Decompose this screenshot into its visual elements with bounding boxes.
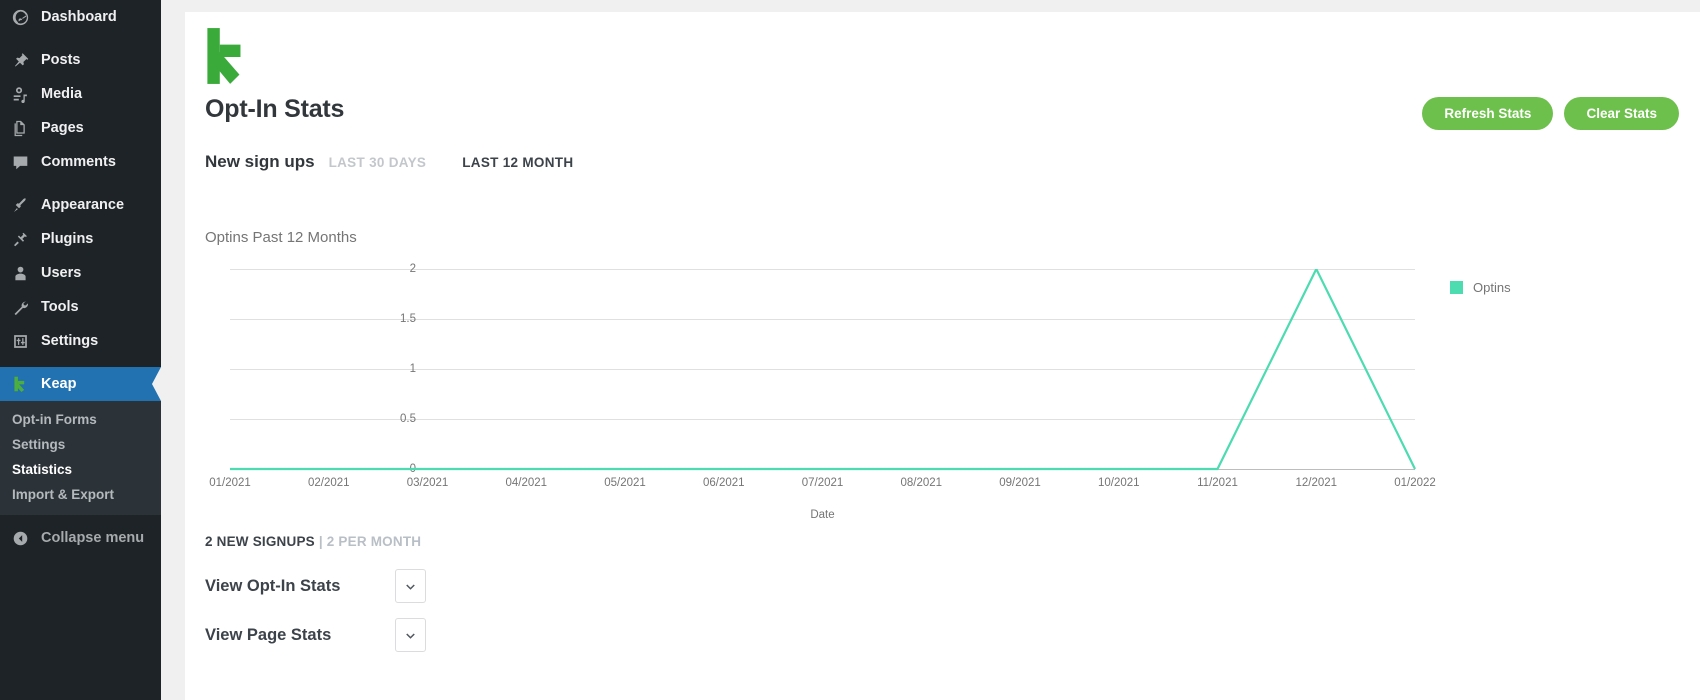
x-axis-tick: 01/2021 — [209, 477, 251, 489]
clear-stats-button[interactable]: Clear Stats — [1564, 97, 1679, 130]
accordion-label: View Opt-In Stats — [205, 576, 341, 595]
media-icon — [8, 84, 32, 104]
sidebar-item-label: Dashboard — [41, 9, 117, 25]
main-content: Opt-In Stats Refresh Stats Clear Stats N… — [161, 0, 1700, 700]
submenu-item-statistics[interactable]: Statistics — [0, 457, 161, 482]
x-axis-tick: 05/2021 — [604, 477, 646, 489]
submenu-item-optin-forms[interactable]: Opt-in Forms — [0, 407, 161, 432]
comment-icon — [8, 152, 32, 172]
pin-icon — [8, 50, 32, 70]
sidebar-item-label: Settings — [41, 333, 99, 349]
user-icon — [8, 263, 32, 283]
sidebar-item-label: Users — [41, 265, 82, 281]
sidebar-item-label: Pages — [41, 120, 84, 136]
chart-legend: Optins — [1450, 280, 1511, 295]
submenu-item-import-export[interactable]: Import & Export — [0, 482, 161, 507]
sidebar-item-label: Media — [41, 86, 83, 102]
keap-submenu: Opt-in Forms Settings Statistics Import … — [0, 401, 161, 515]
admin-sidebar: Dashboard Posts Media Pages Comments App… — [0, 0, 161, 700]
chart-plot-area: 2 1.5 1 0.5 0 01/2021 02/2021 03/2021 04/20… — [205, 263, 1605, 521]
sidebar-item-keap[interactable]: Keap — [0, 367, 161, 401]
signup-summary: 2 NEW SIGNUPS | 2 PER MONTH — [205, 534, 421, 549]
sidebar-item-appearance[interactable]: Appearance — [0, 188, 161, 222]
x-axis-tick: 11/2021 — [1197, 477, 1238, 489]
collapse-menu-button[interactable]: Collapse menu — [0, 521, 161, 555]
submenu-item-settings[interactable]: Settings — [0, 432, 161, 457]
accordion-view-page-stats: View Page Stats — [205, 618, 445, 652]
summary-divider: | — [318, 534, 323, 549]
sidebar-item-settings[interactable]: Settings — [0, 324, 161, 358]
sidebar-item-label: Comments — [41, 154, 116, 170]
x-axis-tick: 02/2021 — [307, 477, 350, 489]
sidebar-item-pages[interactable]: Pages — [0, 111, 161, 145]
chart-title: Optins Past 12 Months — [205, 229, 357, 246]
x-axis-title: Date — [810, 509, 835, 521]
x-axis-tick: 04/2021 — [505, 477, 548, 489]
accordion-toggle-page-stats[interactable] — [395, 618, 426, 652]
summary-signups: 2 NEW SIGNUPS — [205, 534, 315, 549]
x-axis-tick: 03/2021 — [406, 477, 449, 489]
dashboard-icon — [8, 7, 32, 27]
sidebar-item-label: Tools — [41, 299, 79, 315]
sidebar-item-plugins[interactable]: Plugins — [0, 222, 161, 256]
sidebar-item-media[interactable]: Media — [0, 77, 161, 111]
section-label: New sign ups — [205, 152, 315, 171]
sidebar-item-label: Appearance — [41, 197, 125, 213]
stats-tabbar: New sign ups LAST 30 DAYS LAST 12 MONTH — [205, 152, 573, 172]
sidebar-item-comments[interactable]: Comments — [0, 145, 161, 179]
header-actions: Refresh Stats Clear Stats — [1422, 97, 1679, 130]
accordion-toggle-optin-stats[interactable] — [395, 569, 426, 603]
sidebar-item-posts[interactable]: Posts — [0, 43, 161, 77]
sidebar-item-label: Plugins — [41, 231, 94, 247]
accordion-view-optin-stats: View Opt-In Stats — [205, 569, 445, 603]
stats-card: Opt-In Stats Refresh Stats Clear Stats N… — [185, 12, 1700, 700]
keap-logo-icon — [205, 26, 247, 91]
refresh-stats-button[interactable]: Refresh Stats — [1422, 97, 1554, 130]
x-axis-tick: 10/2021 — [1097, 477, 1140, 489]
chevron-down-icon — [406, 583, 415, 590]
tab-last-12-month[interactable]: LAST 12 MONTH — [462, 155, 573, 170]
x-axis-tick: 12/2021 — [1295, 477, 1338, 489]
plug-icon — [8, 229, 32, 249]
sidebar-separator — [0, 34, 161, 43]
sidebar-item-users[interactable]: Users — [0, 256, 161, 290]
legend-label-optins: Optins — [1473, 280, 1511, 295]
x-axis-tick: 08/2021 — [900, 477, 943, 489]
optins-line-series — [230, 269, 1416, 471]
page-title: Opt-In Stats — [205, 95, 345, 123]
accordion-label: View Page Stats — [205, 625, 332, 644]
sidebar-separator — [0, 179, 161, 188]
legend-swatch-optins — [1450, 281, 1463, 294]
collapse-arrow-icon — [8, 530, 32, 547]
collapse-menu-label: Collapse menu — [41, 530, 145, 546]
sliders-icon — [8, 331, 32, 351]
wrench-icon — [8, 297, 32, 317]
chevron-down-icon — [406, 632, 415, 639]
sidebar-item-label: Keap — [41, 376, 77, 392]
admin-page: Dashboard Posts Media Pages Comments App… — [0, 0, 1700, 700]
sidebar-item-dashboard[interactable]: Dashboard — [0, 0, 161, 34]
x-axis-tick: 07/2021 — [801, 477, 844, 489]
paintbrush-icon — [8, 195, 32, 215]
summary-per-month: 2 PER MONTH — [326, 534, 422, 549]
x-axis-tick: 06/2021 — [702, 477, 745, 489]
pages-icon — [8, 118, 32, 138]
tab-last-30-days[interactable]: LAST 30 DAYS — [329, 155, 427, 170]
x-axis-tick: 01/2022 — [1394, 477, 1436, 489]
sidebar-item-tools[interactable]: Tools — [0, 290, 161, 324]
current-menu-arrow — [152, 367, 161, 401]
sidebar-separator — [0, 358, 161, 367]
sidebar-item-label: Posts — [41, 52, 81, 68]
keap-logo-icon — [8, 374, 32, 394]
x-axis-tick: 09/2021 — [999, 477, 1041, 489]
optins-chart: Optins Past 12 Months 2 1.5 1 0.5 0 01/2… — [205, 217, 1665, 522]
